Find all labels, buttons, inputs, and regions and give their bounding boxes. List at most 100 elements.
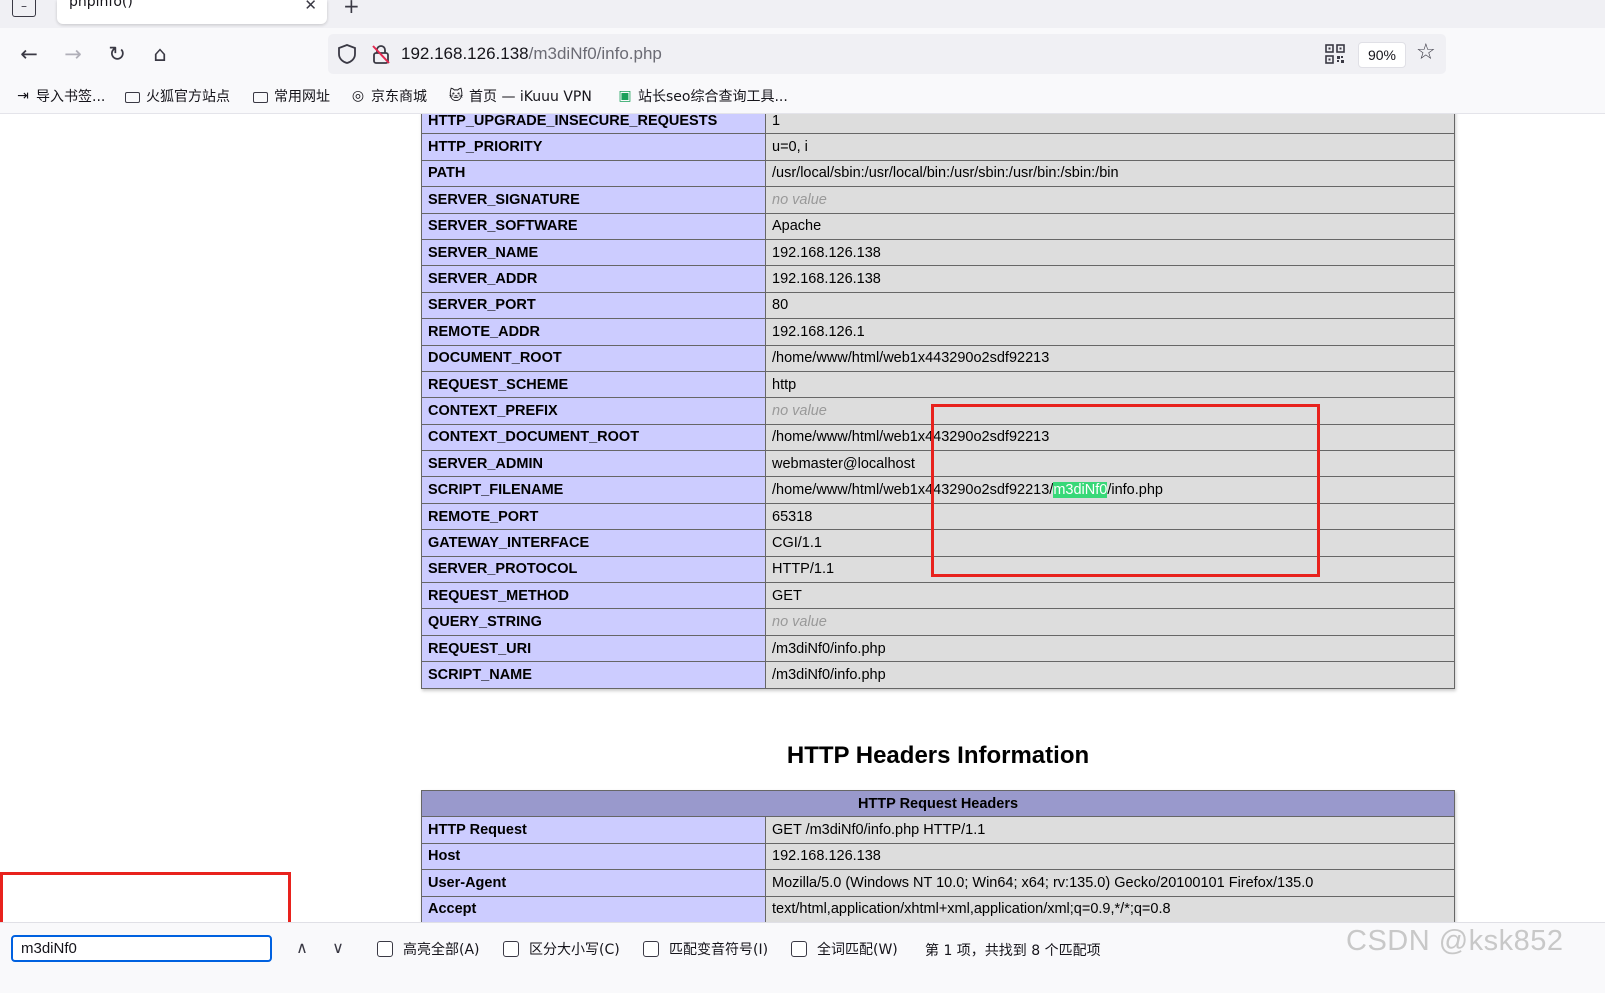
home-icon[interactable]: ⌂	[146, 40, 174, 68]
row-key: HTTP Request	[421, 816, 766, 844]
row-value: 192.168.126.138	[765, 265, 1455, 293]
table-row: HTTP Request GET /m3diNf0/info.php HTTP/1…	[421, 816, 1455, 844]
url-bar[interactable]: 192.168.126.138/m3diNf0/info.php 90% ☆	[328, 34, 1446, 74]
row-value: 192.168.126.1	[765, 318, 1455, 346]
row-value: GET	[765, 582, 1455, 610]
table-row: DOCUMENT_ROOT/home/www/html/web1x443290o…	[421, 344, 1455, 372]
insecure-lock-icon[interactable]	[370, 43, 392, 65]
row-key: QUERY_STRING	[421, 608, 766, 636]
bookmark-label: 火狐官方站点	[146, 89, 230, 105]
row-value: 192.168.126.138	[765, 842, 1455, 871]
bookmark-label: 首页 — iKuuu VPN	[469, 89, 592, 105]
globe-icon: ◎	[351, 88, 365, 104]
row-key: SCRIPT_NAME	[421, 661, 766, 689]
forward-icon[interactable]: →	[59, 40, 87, 68]
close-tab-icon[interactable]: ✕	[304, 0, 317, 14]
bookmark-label: 站长seo综合查询工具...	[638, 89, 788, 105]
tracking-shield-icon[interactable]	[336, 43, 358, 65]
row-value: Apache	[765, 212, 1455, 240]
new-tab-icon[interactable]: +	[343, 0, 360, 18]
headers-section-title: HTTP Headers Information	[786, 742, 1090, 769]
find-next-icon[interactable]: ∨	[326, 936, 350, 960]
row-key: SERVER_NAME	[421, 238, 766, 267]
row-key: SERVER_PORT	[421, 291, 766, 320]
row-value: /m3diNf0/info.php	[765, 634, 1455, 663]
checkbox-box[interactable]	[503, 941, 519, 957]
table-row: SERVER_SIGNATURE no value	[421, 186, 1455, 214]
find-input[interactable]: m3diNf0	[11, 935, 272, 962]
url-text[interactable]: 192.168.126.138/m3diNf0/info.php	[401, 44, 662, 64]
qr-code-icon[interactable]	[1324, 43, 1346, 65]
find-status: 第 1 项，共找到 8 个匹配项	[925, 943, 1101, 959]
row-key: CONTEXT_PREFIX	[421, 397, 766, 425]
row-key: REQUEST_URI	[421, 634, 766, 663]
checkbox-label: 全词匹配(W)	[817, 942, 898, 958]
table-row: SCRIPT_NAME/m3diNf0/info.php	[421, 661, 1455, 689]
highlight-all-checkbox[interactable]: 高亮全部(A)	[377, 939, 480, 959]
bookmark-label: 导入书签...	[36, 89, 106, 105]
row-value: no value	[765, 186, 1455, 214]
row-value: text/html,application/xhtml+xml,applicat…	[765, 895, 1455, 922]
tab-phpinfo[interactable]: phpinfo() ✕	[57, 0, 327, 24]
row-key: HTTP_UPGRADE_INSECURE_REQUESTS	[421, 114, 766, 135]
reload-icon[interactable]: ↻	[103, 40, 131, 68]
match-case-checkbox[interactable]: 区分大小写(C)	[503, 939, 620, 959]
row-value: GET /m3diNf0/info.php HTTP/1.1	[765, 816, 1455, 844]
bookmark-common-sites[interactable]: 常用网址	[253, 86, 330, 106]
row-key: Host	[421, 842, 766, 871]
bookmark-import[interactable]: ⇥ 导入书签...	[15, 86, 105, 106]
checkbox-label: 匹配变音符号(I)	[669, 942, 769, 958]
table-header: HTTP Request Headers	[421, 789, 1455, 818]
environment-table: HTTP_UPGRADE_INSECURE_REQUESTS 1 HTTP_PRIO…	[421, 114, 1455, 689]
table-row: Accept text/html,application/xhtml+xml,ap…	[421, 895, 1455, 922]
annotation-box-script-filename	[931, 404, 1320, 577]
row-value: /usr/local/sbin:/usr/local/bin:/usr/sbin…	[765, 159, 1455, 188]
table-row: SERVER_SOFTWARE Apache	[421, 212, 1455, 240]
back-icon[interactable]: ←	[15, 40, 43, 68]
bookmark-firefox-official[interactable]: 火狐官方站点	[125, 86, 230, 106]
folder-icon	[125, 91, 140, 103]
row-key: REMOTE_ADDR	[421, 318, 766, 346]
row-key: SERVER_ADMIN	[421, 450, 766, 478]
row-key: User-Agent	[421, 869, 766, 897]
checkbox-box[interactable]	[377, 941, 393, 957]
table-row: SERVER_ADDR 192.168.126.138	[421, 265, 1455, 293]
seo-icon: ▣	[618, 88, 632, 104]
bookmark-ikuuu[interactable]: 🐱 首页 — iKuuu VPN	[448, 86, 592, 106]
zoom-level-button[interactable]: 90%	[1358, 42, 1406, 68]
row-key: SERVER_PROTOCOL	[421, 555, 766, 584]
bookmark-star-icon[interactable]: ☆	[1416, 40, 1436, 65]
bookmark-seo-tool[interactable]: ▣ 站长seo综合查询工具...	[617, 86, 788, 106]
find-previous-icon[interactable]: ∧	[290, 936, 314, 960]
tab-strip: – phpinfo() ✕ +	[0, 0, 1605, 28]
row-value: /home/www/html/web1x443290o2sdf92213	[765, 344, 1455, 372]
row-value: 80	[765, 291, 1455, 320]
row-value: http	[765, 370, 1455, 399]
table-row: Host 192.168.126.138	[421, 842, 1455, 871]
tab-title: phpinfo()	[69, 0, 133, 10]
table-row: HTTP_PRIORITY u=0, i	[421, 133, 1455, 161]
row-key: REMOTE_PORT	[421, 502, 766, 531]
row-key: CONTEXT_DOCUMENT_ROOT	[421, 423, 766, 452]
request-headers-table: HTTP Request Headers HTTP Request GET /m3…	[421, 789, 1455, 922]
bookmark-jd[interactable]: ◎ 京东商城	[350, 86, 427, 106]
row-value: Mozilla/5.0 (Windows NT 10.0; Win64; x64…	[765, 869, 1455, 897]
bookmark-label: 京东商城	[371, 89, 427, 105]
checkbox-label: 高亮全部(A)	[403, 942, 480, 958]
row-key: REQUEST_METHOD	[421, 582, 766, 610]
whole-words-checkbox[interactable]: 全词匹配(W)	[791, 939, 898, 959]
tab-list-icon[interactable]: –	[12, 0, 36, 17]
row-key: DOCUMENT_ROOT	[421, 344, 766, 372]
row-key: SERVER_SOFTWARE	[421, 212, 766, 240]
watermark: CSDN @ksk852	[1346, 925, 1564, 957]
table-row: SERVER_PORT 80	[421, 291, 1455, 320]
checkbox-label: 区分大小写(C)	[529, 942, 620, 958]
table-row: SERVER_NAME 192.168.126.138	[421, 238, 1455, 267]
bookmark-label: 常用网址	[274, 89, 330, 105]
checkbox-box[interactable]	[643, 941, 659, 957]
row-value: 1	[765, 114, 1455, 135]
checkbox-box[interactable]	[791, 941, 807, 957]
row-key: SCRIPT_FILENAME	[421, 476, 766, 504]
row-value: u=0, i	[765, 133, 1455, 161]
match-diacritics-checkbox[interactable]: 匹配变音符号(I)	[643, 939, 768, 959]
